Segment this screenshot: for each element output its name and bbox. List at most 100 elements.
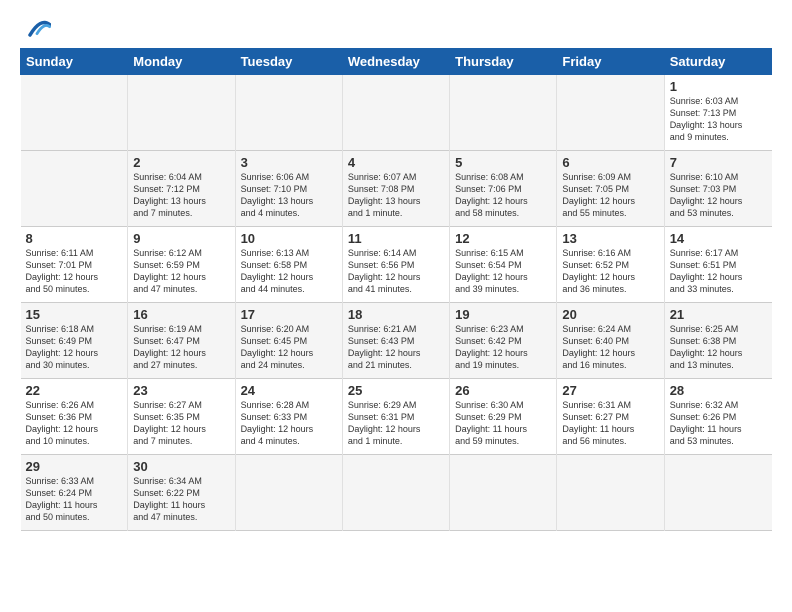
day-detail: Sunrise: 6:03 AMSunset: 7:13 PMDaylight:… — [670, 96, 743, 142]
day-number: 13 — [562, 231, 658, 246]
calendar-cell-14: 14Sunrise: 6:17 AMSunset: 6:51 PMDayligh… — [664, 227, 771, 303]
day-number: 15 — [26, 307, 123, 322]
calendar-cell-24: 24 Sunrise: 6:28 AMSunset: 6:33 PMDayligh… — [235, 379, 342, 455]
day-detail: Sunrise: 6:29 AMSunset: 6:31 PMDaylight:… — [348, 400, 421, 446]
col-header-saturday: Saturday — [664, 49, 771, 75]
day-detail: Sunrise: 6:27 AMSunset: 6:35 PMDaylight:… — [133, 400, 206, 446]
calendar-cell-20: 20 Sunrise: 6:24 AMSunset: 6:40 PMDayligh… — [557, 303, 664, 379]
day-number: 27 — [562, 383, 658, 398]
day-detail: Sunrise: 6:14 AMSunset: 6:56 PMDaylight:… — [348, 248, 421, 294]
day-detail: Sunrise: 6:17 AMSunset: 6:51 PMDaylight:… — [670, 248, 743, 294]
calendar-cell-30: 30 Sunrise: 6:34 AMSunset: 6:22 PMDayligh… — [128, 455, 235, 531]
day-detail: Sunrise: 6:28 AMSunset: 6:33 PMDaylight:… — [241, 400, 314, 446]
col-header-friday: Friday — [557, 49, 664, 75]
calendar-cell-9: 9 Sunrise: 6:12 AMSunset: 6:59 PMDaylight… — [128, 227, 235, 303]
calendar-week-5: 22 Sunrise: 6:26 AMSunset: 6:36 PMDayligh… — [21, 379, 772, 455]
day-detail: Sunrise: 6:12 AMSunset: 6:59 PMDaylight:… — [133, 248, 206, 294]
day-detail: Sunrise: 6:11 AMSunset: 7:01 PMDaylight:… — [26, 248, 99, 294]
day-detail: Sunrise: 6:07 AMSunset: 7:08 PMDaylight:… — [348, 172, 421, 218]
calendar-cell-5: 5Sunrise: 6:08 AMSunset: 7:06 PMDaylight… — [450, 151, 557, 227]
day-number: 19 — [455, 307, 551, 322]
calendar-cell-empty — [235, 455, 342, 531]
day-detail: Sunrise: 6:33 AMSunset: 6:24 PMDaylight:… — [26, 476, 98, 522]
calendar-cell-empty — [21, 75, 128, 151]
calendar-cell-2: 2Sunrise: 6:04 AMSunset: 7:12 PMDaylight… — [128, 151, 235, 227]
day-detail: Sunrise: 6:13 AMSunset: 6:58 PMDaylight:… — [241, 248, 314, 294]
day-number: 16 — [133, 307, 229, 322]
day-number: 1 — [670, 79, 767, 94]
day-number: 22 — [26, 383, 123, 398]
day-number: 28 — [670, 383, 767, 398]
day-detail: Sunrise: 6:18 AMSunset: 6:49 PMDaylight:… — [26, 324, 99, 370]
calendar-cell-empty — [342, 455, 449, 531]
col-header-monday: Monday — [128, 49, 235, 75]
calendar-cell-28: 28 Sunrise: 6:32 AMSunset: 6:26 PMDayligh… — [664, 379, 771, 455]
day-detail: Sunrise: 6:30 AMSunset: 6:29 PMDaylight:… — [455, 400, 527, 446]
calendar-table: SundayMondayTuesdayWednesdayThursdayFrid… — [20, 48, 772, 531]
calendar-cell-16: 16Sunrise: 6:19 AMSunset: 6:47 PMDayligh… — [128, 303, 235, 379]
day-detail: Sunrise: 6:09 AMSunset: 7:05 PMDaylight:… — [562, 172, 635, 218]
calendar-cell-13: 13 Sunrise: 6:16 AMSunset: 6:52 PMDayligh… — [557, 227, 664, 303]
calendar-cell-29: 29 Sunrise: 6:33 AMSunset: 6:24 PMDayligh… — [21, 455, 128, 531]
calendar-cell-empty — [450, 75, 557, 151]
header — [20, 18, 772, 42]
calendar-cell-21: 21Sunrise: 6:25 AMSunset: 6:38 PMDayligh… — [664, 303, 771, 379]
day-detail: Sunrise: 6:16 AMSunset: 6:52 PMDaylight:… — [562, 248, 635, 294]
logo-icon — [23, 14, 51, 42]
calendar-cell-empty — [664, 455, 771, 531]
day-number: 8 — [26, 231, 123, 246]
day-number: 9 — [133, 231, 229, 246]
day-number: 3 — [241, 155, 337, 170]
day-detail: Sunrise: 6:20 AMSunset: 6:45 PMDaylight:… — [241, 324, 314, 370]
calendar-cell-1: 1 Sunrise: 6:03 AMSunset: 7:13 PMDaylight… — [664, 75, 771, 151]
day-detail: Sunrise: 6:26 AMSunset: 6:36 PMDaylight:… — [26, 400, 99, 446]
calendar-cell-empty — [235, 75, 342, 151]
day-detail: Sunrise: 6:31 AMSunset: 6:27 PMDaylight:… — [562, 400, 634, 446]
day-detail: Sunrise: 6:04 AMSunset: 7:12 PMDaylight:… — [133, 172, 206, 218]
day-detail: Sunrise: 6:25 AMSunset: 6:38 PMDaylight:… — [670, 324, 743, 370]
calendar-cell-26: 26 Sunrise: 6:30 AMSunset: 6:29 PMDayligh… — [450, 379, 557, 455]
day-number: 20 — [562, 307, 658, 322]
day-detail: Sunrise: 6:24 AMSunset: 6:40 PMDaylight:… — [562, 324, 635, 370]
calendar-cell-empty — [557, 75, 664, 151]
calendar-cell-empty — [557, 455, 664, 531]
calendar-week-6: 29 Sunrise: 6:33 AMSunset: 6:24 PMDayligh… — [21, 455, 772, 531]
day-number: 4 — [348, 155, 444, 170]
day-number: 23 — [133, 383, 229, 398]
day-detail: Sunrise: 6:21 AMSunset: 6:43 PMDaylight:… — [348, 324, 421, 370]
day-detail: Sunrise: 6:10 AMSunset: 7:03 PMDaylight:… — [670, 172, 743, 218]
calendar-cell-empty — [128, 75, 235, 151]
calendar-cell-15: 15 Sunrise: 6:18 AMSunset: 6:49 PMDayligh… — [21, 303, 128, 379]
calendar-week-2: 2Sunrise: 6:04 AMSunset: 7:12 PMDaylight… — [21, 151, 772, 227]
col-header-sunday: Sunday — [21, 49, 128, 75]
calendar-cell-18: 18Sunrise: 6:21 AMSunset: 6:43 PMDayligh… — [342, 303, 449, 379]
calendar-cell-23: 23 Sunrise: 6:27 AMSunset: 6:35 PMDayligh… — [128, 379, 235, 455]
day-number: 30 — [133, 459, 229, 474]
day-detail: Sunrise: 6:08 AMSunset: 7:06 PMDaylight:… — [455, 172, 528, 218]
day-number: 11 — [348, 231, 444, 246]
day-detail: Sunrise: 6:34 AMSunset: 6:22 PMDaylight:… — [133, 476, 205, 522]
calendar-week-4: 15 Sunrise: 6:18 AMSunset: 6:49 PMDayligh… — [21, 303, 772, 379]
day-number: 10 — [241, 231, 337, 246]
day-number: 29 — [26, 459, 123, 474]
col-header-tuesday: Tuesday — [235, 49, 342, 75]
day-number: 26 — [455, 383, 551, 398]
page-container: SundayMondayTuesdayWednesdayThursdayFrid… — [0, 0, 792, 541]
calendar-cell-empty — [21, 151, 128, 227]
calendar-cell-11: 11 Sunrise: 6:14 AMSunset: 6:56 PMDayligh… — [342, 227, 449, 303]
calendar-cell-19: 19Sunrise: 6:23 AMSunset: 6:42 PMDayligh… — [450, 303, 557, 379]
calendar-cell-22: 22 Sunrise: 6:26 AMSunset: 6:36 PMDayligh… — [21, 379, 128, 455]
day-number: 25 — [348, 383, 444, 398]
calendar-cell-empty — [342, 75, 449, 151]
day-number: 6 — [562, 155, 658, 170]
calendar-cell-12: 12Sunrise: 6:15 AMSunset: 6:54 PMDayligh… — [450, 227, 557, 303]
day-number: 12 — [455, 231, 551, 246]
calendar-week-3: 8 Sunrise: 6:11 AMSunset: 7:01 PMDaylight… — [21, 227, 772, 303]
calendar-cell-10: 10 Sunrise: 6:13 AMSunset: 6:58 PMDayligh… — [235, 227, 342, 303]
day-number: 24 — [241, 383, 337, 398]
day-detail: Sunrise: 6:32 AMSunset: 6:26 PMDaylight:… — [670, 400, 742, 446]
day-number: 17 — [241, 307, 337, 322]
calendar-cell-empty — [450, 455, 557, 531]
col-header-thursday: Thursday — [450, 49, 557, 75]
calendar-cell-27: 27 Sunrise: 6:31 AMSunset: 6:27 PMDayligh… — [557, 379, 664, 455]
